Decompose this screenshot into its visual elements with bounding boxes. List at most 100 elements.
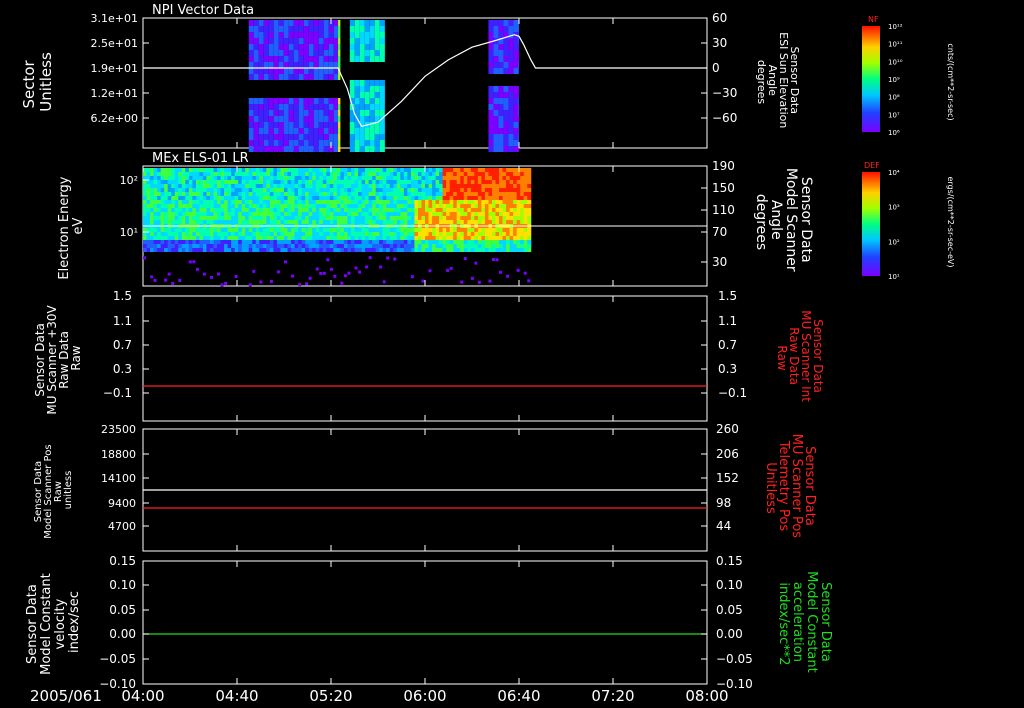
els-cell bbox=[312, 200, 317, 204]
npi-cell bbox=[323, 74, 329, 80]
time-tick-label: 05:20 bbox=[309, 687, 352, 705]
els-cell bbox=[446, 196, 451, 200]
els-cell bbox=[375, 240, 380, 244]
els-cell bbox=[199, 248, 204, 252]
els-cell bbox=[276, 248, 281, 252]
els-cell bbox=[509, 208, 514, 212]
els-cell bbox=[484, 192, 489, 196]
els-cell bbox=[308, 216, 313, 220]
els-cell bbox=[322, 232, 327, 236]
els-cell bbox=[474, 228, 479, 232]
time-tick-label: 07:20 bbox=[591, 687, 634, 705]
els-cell bbox=[315, 212, 320, 216]
els-cell bbox=[195, 232, 200, 236]
els-cell bbox=[178, 220, 183, 224]
els-cell bbox=[446, 232, 451, 236]
els-cell bbox=[217, 172, 222, 176]
npi-cell bbox=[369, 92, 375, 98]
els-cell bbox=[350, 200, 355, 204]
npi-cell bbox=[493, 140, 499, 146]
els-cell bbox=[417, 216, 422, 220]
els-cell bbox=[153, 240, 158, 244]
els-cell bbox=[181, 172, 186, 176]
npi-cell bbox=[253, 110, 259, 116]
els-cell bbox=[326, 228, 331, 232]
els-cell bbox=[372, 228, 377, 232]
els-cell bbox=[414, 168, 419, 172]
npi-cell bbox=[248, 38, 254, 44]
els-cell bbox=[513, 192, 518, 196]
els-cell bbox=[329, 212, 334, 216]
els-sparse-point bbox=[284, 260, 287, 264]
npi-cell bbox=[508, 26, 514, 32]
els-cell bbox=[414, 172, 419, 176]
npi-cell bbox=[268, 20, 274, 26]
els-cell bbox=[527, 200, 532, 204]
npi-cell bbox=[313, 140, 319, 146]
els-cell bbox=[185, 172, 190, 176]
els-cell bbox=[403, 168, 408, 172]
els-sparse-point bbox=[410, 275, 414, 279]
els-cell bbox=[326, 216, 331, 220]
npi-cell bbox=[288, 116, 294, 122]
els-cell bbox=[425, 204, 430, 208]
npi-cell bbox=[323, 104, 329, 110]
els-cell bbox=[372, 168, 377, 172]
els-cell bbox=[231, 192, 236, 196]
els-cell bbox=[382, 240, 387, 244]
npi-cell bbox=[288, 62, 294, 68]
els-cell bbox=[269, 248, 274, 252]
els-cell bbox=[365, 236, 370, 240]
els-cell bbox=[460, 208, 465, 212]
npi-cell bbox=[513, 140, 519, 146]
npi-cell bbox=[323, 32, 329, 38]
els-cell bbox=[245, 184, 250, 188]
els-cell bbox=[439, 240, 444, 244]
els-cell bbox=[157, 248, 162, 252]
els-cell bbox=[527, 188, 532, 192]
els-cell bbox=[410, 244, 415, 248]
els-cell bbox=[252, 188, 257, 192]
els-cell bbox=[280, 172, 285, 176]
npi-cell bbox=[493, 92, 499, 98]
npi-cell bbox=[308, 146, 314, 152]
els-cell bbox=[153, 212, 158, 216]
npi-cell bbox=[303, 20, 309, 26]
npi-cell bbox=[318, 110, 324, 116]
els-cell bbox=[234, 220, 239, 224]
npi-cell bbox=[298, 116, 304, 122]
els-cell bbox=[305, 176, 310, 180]
els-cell bbox=[499, 232, 504, 236]
npi-cell bbox=[248, 56, 254, 62]
els-cell bbox=[269, 212, 274, 216]
els-cell bbox=[520, 188, 525, 192]
els-cell bbox=[255, 244, 260, 248]
npi-cell bbox=[338, 74, 341, 80]
colorbar-tick-label: 10⁶ bbox=[888, 129, 900, 137]
els-cell bbox=[157, 240, 162, 244]
els-cell bbox=[280, 216, 285, 220]
npi-cell bbox=[513, 26, 519, 32]
npi-cell bbox=[278, 116, 284, 122]
els-cell bbox=[449, 192, 454, 196]
els-cell bbox=[488, 244, 493, 248]
npi-cell bbox=[288, 38, 294, 44]
els-cell bbox=[185, 240, 190, 244]
els-cell bbox=[217, 220, 222, 224]
els-cell bbox=[506, 216, 511, 220]
els-cell bbox=[432, 168, 437, 172]
els-cell bbox=[509, 168, 514, 172]
els-cell bbox=[192, 208, 197, 212]
els-cell bbox=[319, 176, 324, 180]
els-cell bbox=[269, 180, 274, 184]
left-tick-label: 1.5 bbox=[113, 289, 132, 303]
els-cell bbox=[248, 168, 253, 172]
els-cell bbox=[312, 248, 317, 252]
npi-cell bbox=[503, 116, 509, 122]
els-cell bbox=[188, 180, 193, 184]
npi-cell bbox=[278, 26, 284, 32]
els-cell bbox=[333, 168, 338, 172]
els-cell bbox=[164, 208, 169, 212]
npi-cell bbox=[374, 38, 380, 44]
els-cell bbox=[428, 200, 433, 204]
